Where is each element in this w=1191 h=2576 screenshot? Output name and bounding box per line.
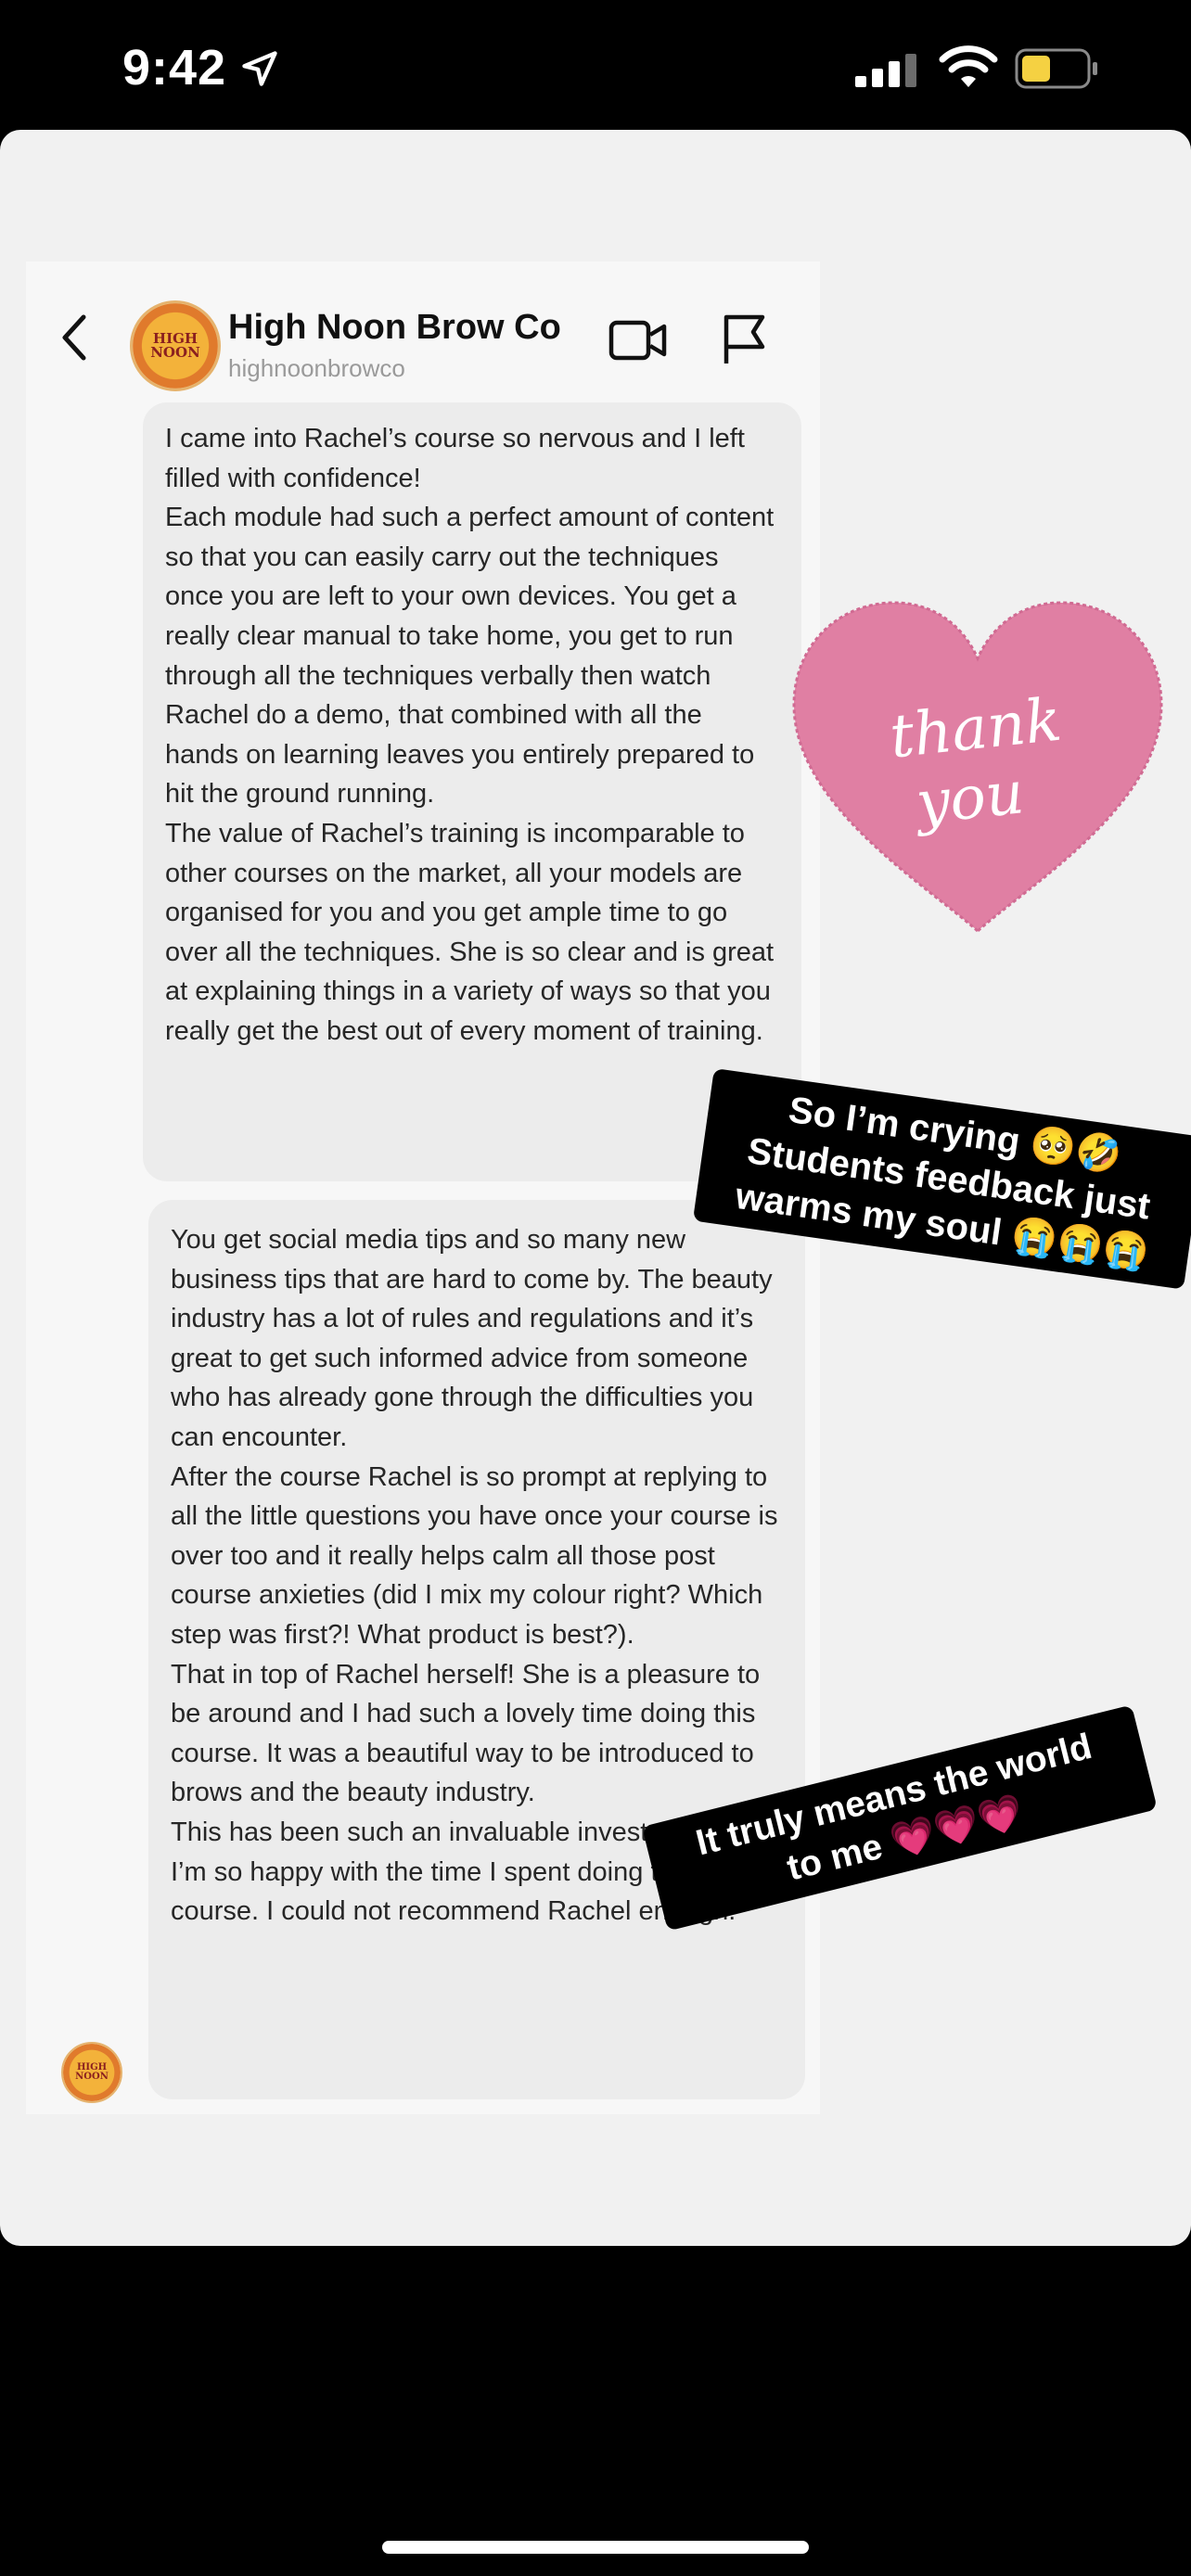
avatar-text-line2: NOON — [150, 344, 200, 361]
sticker-text: you — [910, 759, 1027, 838]
message-paragraph: Each module had such a perfect amount of… — [165, 503, 775, 810]
flag-icon[interactable] — [722, 313, 768, 365]
avatar[interactable]: HIGH NOON — [130, 300, 221, 391]
battery-icon — [1015, 48, 1097, 89]
contact-name[interactable]: High Noon Brow Co — [228, 308, 561, 348]
message-paragraph: That in top of Rachel herself! She is a … — [171, 1659, 761, 1808]
chat-header: HIGH NOON High Noon Brow Co highnoonbrow… — [26, 261, 820, 401]
message-paragraph: I came into Rachel’s course so nervous a… — [165, 424, 745, 493]
wifi-icon — [939, 45, 998, 87]
sender-avatar[interactable]: HIGH NOON — [61, 2042, 122, 2103]
contact-handle: highnoonbrowco — [228, 354, 405, 382]
thank-you-heart-sticker[interactable]: thank you — [787, 595, 1169, 948]
message-paragraph: The value of Rachel’s training is incomp… — [165, 818, 775, 1046]
avatar-text-line2: NOON — [75, 2072, 109, 2082]
signal-icon — [855, 54, 916, 87]
status-bar: 9:42 — [0, 0, 1191, 130]
location-arrow-icon — [242, 51, 277, 86]
message-bubble: You get social media tips and so many ne… — [148, 1200, 805, 2099]
message-bubble: I came into Rachel’s course so nervous a… — [143, 402, 801, 1181]
message-paragraph: You get social media tips and so many ne… — [171, 1225, 773, 1452]
home-indicator[interactable] — [382, 2541, 809, 2554]
back-icon[interactable] — [54, 310, 95, 365]
video-call-icon[interactable] — [608, 317, 668, 363]
message-paragraph: After the course Rachel is so prompt at … — [171, 1461, 778, 1650]
status-time: 9:42 — [122, 40, 227, 96]
